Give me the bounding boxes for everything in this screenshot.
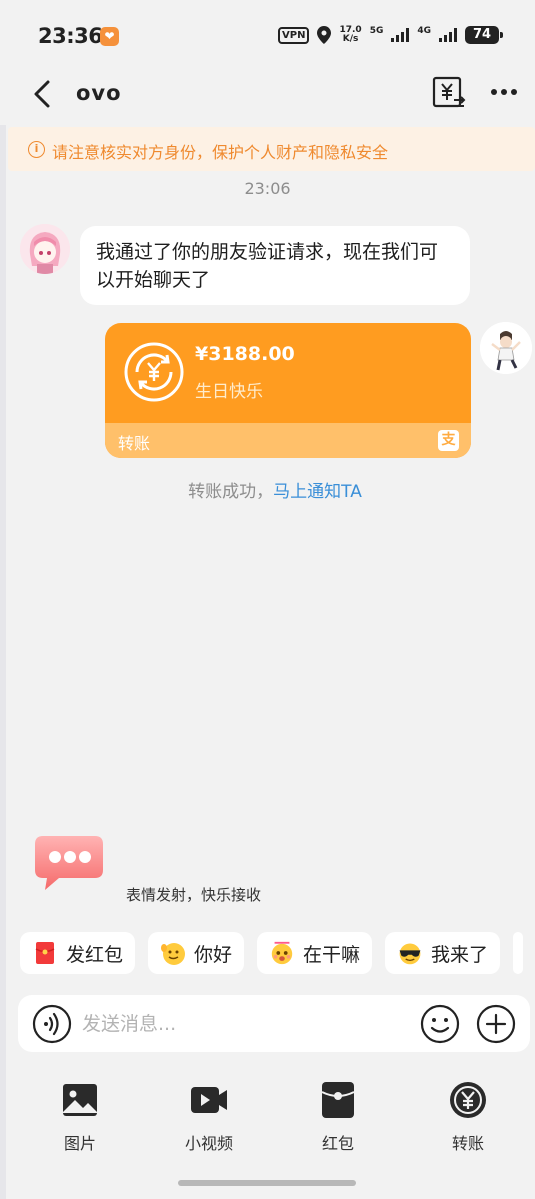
- net-5g-label: 5G: [369, 26, 384, 36]
- message-timestamp: 23:06: [244, 179, 291, 198]
- speed-unit: K/s: [342, 34, 359, 44]
- quick-reply-label: 发红包: [66, 943, 124, 966]
- transfer-coin-icon: [124, 342, 184, 402]
- quick-reply-label: 你好: [194, 943, 233, 966]
- transfer-icon: [450, 1082, 486, 1118]
- quick-reply-overflow[interactable]: [513, 932, 524, 974]
- attachment-toolbar: 图片 小视频 红包 转账: [0, 1080, 535, 1160]
- chat-header: ovo: [0, 70, 535, 125]
- quick-reply-hello[interactable]: 你好: [148, 932, 245, 974]
- chat-bubble-promo-icon[interactable]: [33, 832, 105, 894]
- more-options-icon[interactable]: [491, 82, 521, 102]
- emoji-picker-icon[interactable]: [420, 1004, 460, 1044]
- anime-girl-avatar-icon: [20, 224, 70, 274]
- net-4g-label: 4G: [417, 26, 431, 36]
- tool-video-label: 小视频: [184, 1134, 233, 1153]
- cartoon-boy-avatar-icon: [480, 322, 532, 374]
- chat-title: ovo: [76, 81, 122, 105]
- signal-4g-icon: [439, 28, 457, 42]
- safety-notice-banner: i 请注意核实对方身份，保护个人财产和隐私安全: [8, 127, 535, 171]
- tool-video[interactable]: 小视频: [169, 1080, 249, 1154]
- transfer-message-card[interactable]: ¥3188.00 生日快乐 转账 支: [105, 323, 471, 458]
- status-bar: 23:36 ❤ VPN 17.0 K/s 5G 4G 74: [0, 0, 535, 70]
- notification-app-icon: ❤: [100, 27, 119, 46]
- home-indicator[interactable]: [178, 1180, 356, 1186]
- transfer-record-icon[interactable]: [432, 76, 466, 110]
- alipay-icon: 支: [438, 430, 459, 451]
- location-icon: [317, 26, 332, 44]
- vpn-icon: VPN: [278, 26, 310, 44]
- quick-reply-label: 在干嘛: [303, 943, 361, 966]
- wave-emoji-icon: [160, 940, 186, 966]
- tool-transfer[interactable]: 转账: [428, 1080, 508, 1154]
- notify-recipient-link[interactable]: 马上通知TA: [273, 482, 362, 502]
- emoji-promo-text: 表情发射，快乐接收: [126, 886, 262, 904]
- status-icons: VPN 17.0 K/s 5G 4G 74: [278, 26, 503, 44]
- quick-reply-coming[interactable]: 我来了: [385, 932, 501, 974]
- my-avatar[interactable]: [480, 322, 532, 374]
- message-input[interactable]: [82, 1009, 402, 1039]
- quick-reply-bar: 发红包 你好 在干嘛 我来了: [20, 932, 524, 974]
- video-icon: [191, 1087, 227, 1113]
- plus-icon[interactable]: [476, 1004, 516, 1044]
- incoming-message-bubble[interactable]: 我通过了你的朋友验证请求，现在我们可以开始聊天了: [80, 226, 470, 305]
- transfer-card-footer: 转账 支: [105, 423, 471, 458]
- transfer-status: 转账成功，马上通知TA: [0, 477, 535, 502]
- battery-icon: 74: [465, 26, 503, 44]
- network-speed: 17.0 K/s: [339, 26, 361, 44]
- tool-photo-label: 图片: [63, 1134, 96, 1153]
- contact-avatar[interactable]: [20, 224, 70, 274]
- quick-reply-label: 我来了: [431, 943, 489, 966]
- back-arrow-icon[interactable]: [30, 78, 58, 110]
- red-envelope-icon: [32, 940, 58, 966]
- transfer-amount: ¥3188.00: [195, 343, 295, 365]
- transfer-memo: 生日快乐: [195, 382, 263, 402]
- curious-emoji-icon: [269, 940, 295, 966]
- tool-red-packet-label: 红包: [321, 1134, 354, 1153]
- red-packet-icon: [321, 1082, 355, 1118]
- sunglasses-emoji-icon: [397, 940, 423, 966]
- signal-5g-icon: [391, 28, 410, 42]
- transfer-label: 转账: [118, 434, 151, 453]
- voice-input-icon[interactable]: [32, 1004, 72, 1044]
- quick-reply-what-doing[interactable]: 在干嘛: [257, 932, 373, 974]
- info-icon: i: [28, 141, 45, 158]
- photo-icon: [63, 1084, 97, 1116]
- message-input-bar: [18, 995, 530, 1052]
- status-time: 23:36: [38, 24, 103, 48]
- tool-red-packet[interactable]: 红包: [298, 1080, 378, 1154]
- tool-photo[interactable]: 图片: [40, 1080, 120, 1154]
- safety-notice-text: 请注意核实对方身份，保护个人财产和隐私安全: [52, 143, 389, 162]
- quick-reply-red-envelope[interactable]: 发红包: [20, 932, 136, 974]
- tool-transfer-label: 转账: [451, 1134, 484, 1153]
- transfer-status-text: 转账成功，: [188, 482, 274, 502]
